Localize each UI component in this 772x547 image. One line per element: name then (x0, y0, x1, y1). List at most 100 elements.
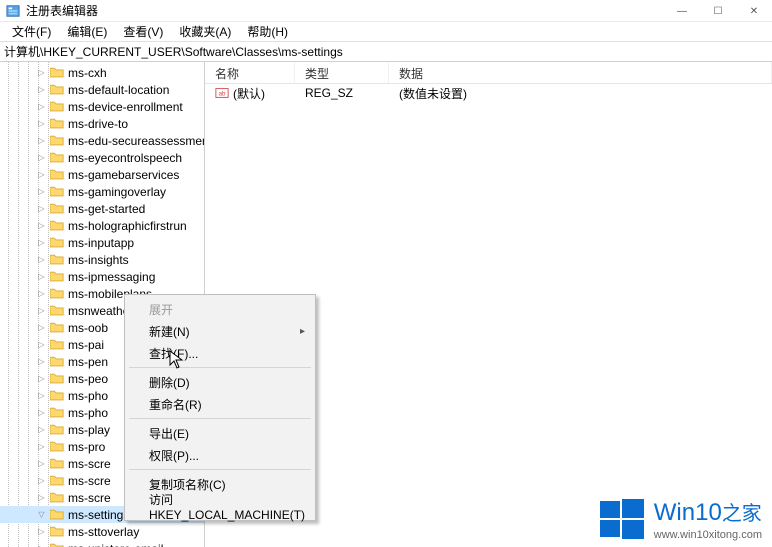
value-data: (数值未设置) (389, 85, 772, 102)
expand-icon[interactable]: ▷ (37, 408, 46, 417)
watermark: Win10之家 www.win10xitong.com (600, 497, 762, 541)
tree-item[interactable]: ▷ ms-ipmessaging (0, 268, 204, 285)
expand-icon[interactable]: ▷ (37, 357, 46, 366)
tree-item-label: ms-oob (68, 321, 108, 335)
tree-item-label: ms-play (68, 423, 110, 437)
folder-icon (50, 84, 64, 95)
list-header[interactable]: 名称 类型 数据 (205, 62, 772, 84)
folder-icon (50, 237, 64, 248)
expand-icon[interactable]: ▷ (37, 68, 46, 77)
tree-item-label: ms-default-location (68, 83, 169, 97)
tree-item-label: ms-pho (68, 389, 108, 403)
tree-item[interactable]: ▷ms-gamingoverlay (0, 183, 204, 200)
tree-item[interactable]: ▷ms-insights (0, 251, 204, 268)
expand-icon[interactable]: ▷ (37, 119, 46, 128)
folder-icon (50, 339, 64, 350)
expand-icon[interactable]: ▷ (37, 153, 46, 162)
expand-icon[interactable]: ▷ (37, 442, 46, 451)
address-bar[interactable]: 计算机\HKEY_CURRENT_USER\Software\Classes\m… (0, 42, 772, 62)
tree-item-label: ms-scre (68, 457, 111, 471)
maximize-button[interactable]: ☐ (700, 0, 736, 22)
tree-item[interactable]: ▷ms-device-enrollment (0, 98, 204, 115)
cm-permissions[interactable]: 权限(P)... (127, 444, 313, 466)
cm-find[interactable]: 查找(F)... (127, 342, 313, 364)
col-data[interactable]: 数据 (389, 62, 772, 83)
col-type[interactable]: 类型 (295, 62, 389, 83)
folder-icon (50, 492, 64, 503)
expand-icon[interactable]: ▷ (37, 238, 46, 247)
window-title: 注册表编辑器 (26, 2, 98, 19)
expand-icon[interactable]: ▷ (37, 391, 46, 400)
watermark-brand-suffix: 之家 (722, 503, 762, 525)
tree-item[interactable]: ▷ ms-eyecontrolspeech (0, 149, 204, 166)
tree-item-label: ms-ipmessaging (68, 270, 155, 284)
cm-goto-hklm[interactable]: 访问 HKEY_LOCAL_MACHINE(T) (127, 495, 313, 517)
tree-item-label: ms-holographicfirstrun (68, 219, 187, 233)
tree-item[interactable]: ▷ ms-inputapp (0, 234, 204, 251)
tree-item[interactable]: ▷ms-get-started (0, 200, 204, 217)
title-bar: 注册表编辑器 — ☐ ✕ (0, 0, 772, 22)
menu-help[interactable]: 帮助(H) (239, 21, 296, 42)
expand-icon[interactable]: ▷ (37, 527, 46, 536)
expand-icon[interactable]: ▷ (37, 170, 46, 179)
col-name[interactable]: 名称 (205, 62, 295, 83)
menu-favorites[interactable]: 收藏夹(A) (171, 21, 239, 42)
cm-new[interactable]: 新建(N) ▸ (127, 320, 313, 342)
tree-item-label: ms-drive-to (68, 117, 128, 131)
tree-item-label: ms-eyecontrolspeech (68, 151, 182, 165)
cm-rename[interactable]: 重命名(R) (127, 393, 313, 415)
tree-item-label: ms-pho (68, 406, 108, 420)
value-name: (默认) (233, 85, 265, 102)
tree-item[interactable]: ▷ms-edu-secureassessment (0, 132, 204, 149)
expand-icon[interactable]: ▷ (37, 425, 46, 434)
expand-icon[interactable]: ▷ (37, 187, 46, 196)
expand-icon[interactable]: ▷ (37, 306, 46, 315)
expand-icon[interactable]: ▷ (37, 459, 46, 468)
expand-icon[interactable]: ▷ (37, 136, 46, 145)
cm-delete[interactable]: 删除(D) (127, 371, 313, 393)
folder-icon (50, 458, 64, 469)
minimize-button[interactable]: — (664, 0, 700, 22)
folder-icon (50, 203, 64, 214)
tree-item[interactable]: ▷ ms-gamebarservices (0, 166, 204, 183)
folder-icon (50, 135, 64, 146)
folder-icon (50, 220, 64, 231)
expand-icon[interactable]: ▷ (37, 323, 46, 332)
expand-icon[interactable]: ▷ (37, 289, 46, 298)
svg-text:ab: ab (219, 91, 226, 98)
expand-icon[interactable]: ▷ (37, 340, 46, 349)
expand-icon[interactable]: ▷ (37, 85, 46, 94)
tree-item[interactable]: ▷ms-cxh (0, 64, 204, 81)
close-button[interactable]: ✕ (736, 0, 772, 22)
tree-item[interactable]: ▷ ms-default-location (0, 81, 204, 98)
expand-icon[interactable]: ▷ (37, 204, 46, 213)
cm-expand: 展开 (127, 298, 313, 320)
expand-icon[interactable]: ▷ (37, 272, 46, 281)
menu-view[interactable]: 查看(V) (115, 21, 171, 42)
folder-icon (50, 390, 64, 401)
expand-icon[interactable]: ▷ (37, 476, 46, 485)
expand-icon[interactable]: ▽ (37, 510, 46, 519)
expand-icon[interactable]: ▷ (37, 255, 46, 264)
window-controls: — ☐ ✕ (664, 0, 772, 22)
tree-item-label: ms-scre (68, 474, 111, 488)
tree-item-label: ms-gamebarservices (68, 168, 179, 182)
cm-export[interactable]: 导出(E) (127, 422, 313, 444)
tree-item-label: ms-pen (68, 355, 108, 369)
expand-icon[interactable]: ▷ (37, 221, 46, 230)
tree-item[interactable]: ▷ ms-drive-to (0, 115, 204, 132)
menu-file[interactable]: 文件(F) (4, 21, 59, 42)
body-split: ▷ms-cxh▷ms-default-location▷ms-device-en… (0, 62, 772, 547)
tree-item-label: ms-inputapp (68, 236, 134, 250)
tree-item[interactable]: ▷ms-unistore-email (0, 540, 204, 547)
tree-item[interactable]: ▷ ms-holographicfirstrun (0, 217, 204, 234)
list-row[interactable]: ab (默认) REG_SZ (数值未设置) (205, 84, 772, 102)
regedit-icon (6, 4, 20, 18)
tree-item-label: ms-peo (68, 372, 108, 386)
tree-item[interactable]: ▷ms-sttoverlay (0, 523, 204, 540)
tree-item-label: ms-scre (68, 491, 111, 505)
expand-icon[interactable]: ▷ (37, 374, 46, 383)
expand-icon[interactable]: ▷ (37, 102, 46, 111)
menu-edit[interactable]: 编辑(E) (59, 21, 115, 42)
expand-icon[interactable]: ▷ (37, 493, 46, 502)
